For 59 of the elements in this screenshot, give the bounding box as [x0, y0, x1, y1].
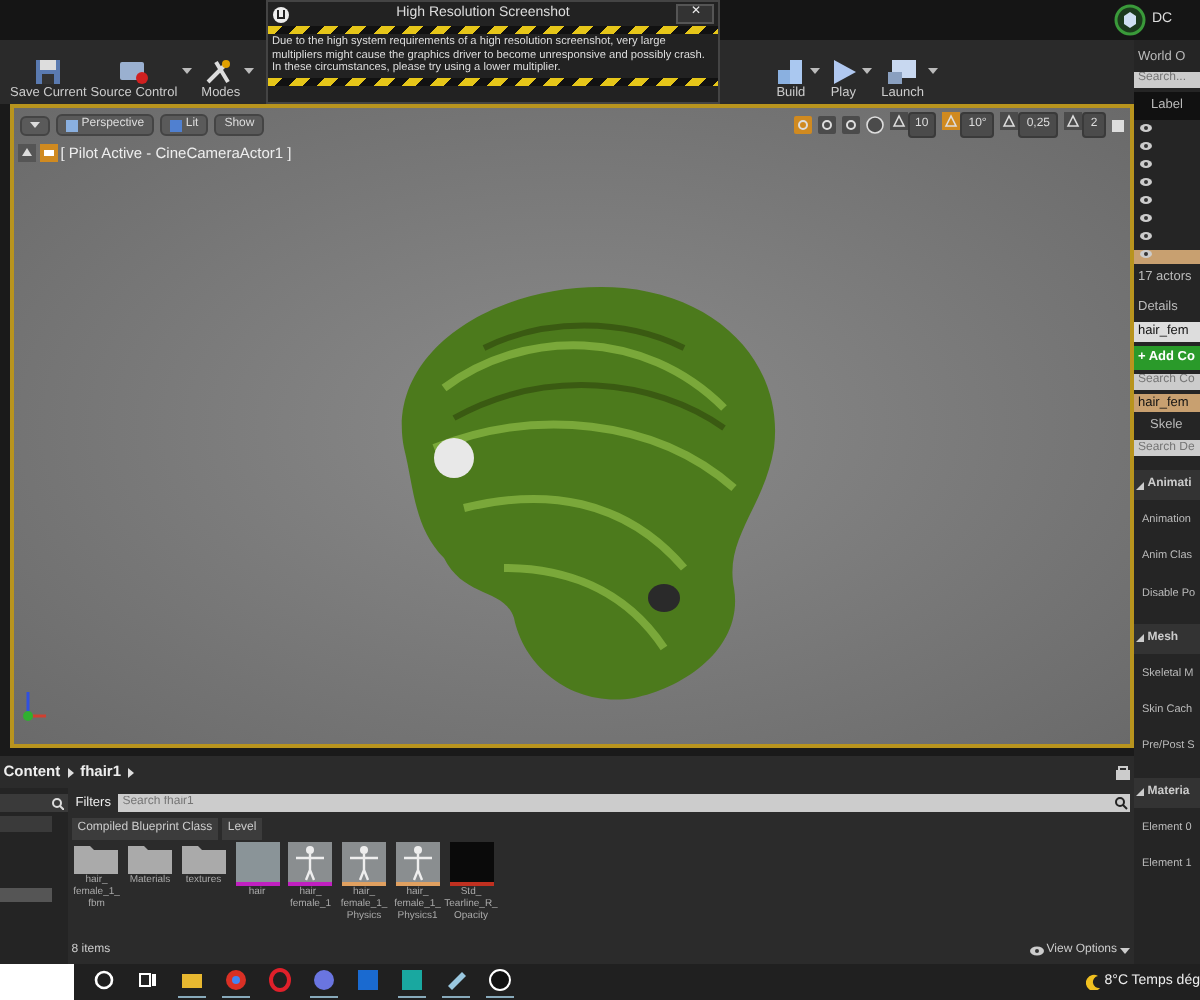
expander-icon[interactable] — [1136, 481, 1144, 489]
task-view-icon[interactable] — [136, 967, 160, 991]
expander-icon[interactable] — [1136, 788, 1144, 796]
chat-app-icon[interactable] — [312, 967, 336, 991]
caret-icon[interactable] — [928, 67, 938, 73]
circle-icon[interactable] — [92, 967, 116, 991]
mannequin-thumbnail[interactable] — [288, 842, 333, 887]
cubes-icon — [776, 57, 805, 86]
axis-gizmo-icon — [20, 688, 48, 724]
caret-icon[interactable] — [861, 67, 872, 73]
eject-icon[interactable] — [17, 144, 36, 163]
rotate-icon[interactable] — [817, 116, 836, 134]
eye-icon — [1140, 213, 1152, 221]
angle-icon[interactable] — [942, 112, 961, 130]
move-icon[interactable] — [793, 116, 812, 134]
app-icon[interactable] — [400, 967, 424, 991]
eye-icon — [1140, 123, 1152, 131]
eye-icon — [1140, 195, 1152, 203]
browser-icon[interactable] — [268, 967, 292, 991]
eye-icon — [1029, 946, 1043, 957]
sources-search-field[interactable] — [0, 794, 68, 812]
cube-icon — [66, 119, 78, 131]
eye-icon — [1140, 231, 1152, 239]
taskbar-search-field[interactable] — [0, 964, 74, 1000]
caret-icon — [1120, 948, 1131, 955]
maximize-icon[interactable] — [1112, 119, 1124, 131]
server-icon — [117, 57, 150, 86]
browser-icon[interactable] — [224, 967, 248, 991]
outliner-row[interactable] — [1134, 249, 1200, 263]
cube-icon — [170, 119, 183, 131]
mannequin-thumbnail[interactable] — [395, 842, 440, 887]
chevron-icon[interactable] — [67, 767, 74, 777]
eye-icon — [1140, 177, 1152, 185]
viewport-menu-button[interactable] — [20, 115, 50, 135]
level-thumbnail[interactable] — [235, 842, 279, 887]
eye-icon — [1140, 141, 1152, 149]
caret-icon[interactable] — [181, 67, 192, 73]
monitor-icon — [886, 57, 919, 86]
scale-snap-icon[interactable] — [1000, 112, 1019, 130]
texture-thumbnail[interactable] — [449, 842, 493, 887]
lock-icon[interactable] — [1116, 764, 1131, 780]
eye-icon — [1140, 159, 1152, 167]
caret-icon[interactable] — [809, 67, 820, 73]
globe-icon[interactable] — [865, 116, 884, 134]
camera-speed-icon[interactable] — [1064, 112, 1082, 130]
caret-icon[interactable] — [244, 67, 255, 73]
app-icon[interactable] — [488, 967, 512, 991]
moon-icon[interactable] — [1085, 974, 1101, 990]
search-icon[interactable] — [1112, 794, 1131, 813]
scale-icon[interactable] — [841, 116, 860, 134]
grid-icon[interactable] — [889, 112, 908, 130]
save-icon — [34, 57, 63, 86]
eye-icon — [1140, 249, 1152, 257]
mannequin-thumbnail[interactable] — [342, 842, 386, 887]
caret-icon — [30, 122, 40, 128]
unreal-logo-icon — [271, 5, 290, 23]
search-icon — [52, 797, 64, 809]
chevron-icon[interactable] — [128, 767, 135, 777]
play-icon — [829, 57, 858, 86]
